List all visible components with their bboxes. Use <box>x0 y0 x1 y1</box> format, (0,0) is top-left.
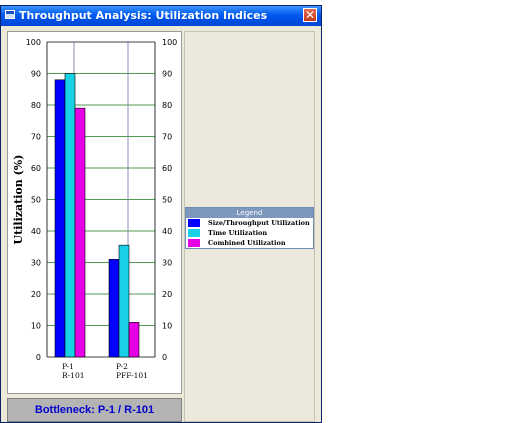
utilization-window: Throughput Analysis: Utilization Indices… <box>0 5 322 423</box>
bottleneck-status: Bottleneck: P-1 / R-101 <box>7 398 182 422</box>
y-tick-label-left: 40 <box>31 227 41 236</box>
window-title: Throughput Analysis: Utilization Indices <box>19 9 268 22</box>
bar-size-throughput-utilization-1 <box>108 259 120 358</box>
y-tick-label-right: 70 <box>162 133 172 142</box>
title-bar[interactable]: Throughput Analysis: Utilization Indices… <box>1 6 321 26</box>
bar-time-utilization-1 <box>118 244 130 358</box>
legend-swatch-combined <box>188 239 200 247</box>
legend-swatch-size-throughput <box>188 219 200 227</box>
bar-combined-utilization-0 <box>74 107 86 358</box>
y-tick-label-right: 90 <box>162 70 172 79</box>
bar-combined-utilization-1 <box>128 322 140 358</box>
x-category-label-line2: R-101 <box>62 371 85 380</box>
legend-item-combined: Combined Utilization <box>186 238 313 248</box>
y-tick-label-left: 50 <box>31 196 41 205</box>
legend-swatch-time <box>188 229 200 237</box>
legend-item-time: Time Utilization <box>186 228 313 238</box>
legend-label-time: Time Utilization <box>208 229 268 237</box>
x-category-label-line1: P-1 <box>62 362 74 371</box>
legend-title: Legend <box>186 208 313 218</box>
y-tick-label-right: 0 <box>162 353 167 362</box>
y-axis-title: Utilization (%) <box>12 155 25 245</box>
y-tick-label-left: 30 <box>31 259 41 268</box>
y-tick-label-right: 60 <box>162 164 172 173</box>
y-tick-label-right: 30 <box>162 259 172 268</box>
x-category-label-line1: P-2 <box>116 362 128 371</box>
chart-panel: 0 0 10 10 20 20 30 30 40 40 50 50 60 60 70 70 80 80 90 90 10… <box>7 31 182 394</box>
utilization-chart: 0 0 10 10 20 20 30 30 40 40 50 50 60 60 70 70 80 80 90 90 10… <box>12 38 177 380</box>
y-tick-label-right: 10 <box>162 322 172 331</box>
bar-time-utilization-0 <box>64 73 76 358</box>
app-icon <box>5 10 15 19</box>
bar-size-throughput-utilization-0 <box>54 79 66 358</box>
legend: Legend Size/Throughput Utilization Time … <box>185 207 314 249</box>
y-tick-label-left: 60 <box>31 164 41 173</box>
legend-label-combined: Combined Utilization <box>208 239 286 247</box>
y-tick-label-right: 100 <box>162 38 177 47</box>
y-tick-label-right: 50 <box>162 196 172 205</box>
legend-label-size-throughput: Size/Throughput Utilization <box>208 219 310 227</box>
y-tick-label-right: 80 <box>162 101 172 110</box>
legend-item-size-throughput: Size/Throughput Utilization <box>186 218 313 228</box>
y-tick-label-left: 0 <box>36 353 41 362</box>
y-tick-label-left: 10 <box>31 322 41 331</box>
y-tick-label-left: 70 <box>31 133 41 142</box>
y-tick-label-left: 90 <box>31 70 41 79</box>
y-tick-label-left: 100 <box>26 38 41 47</box>
y-tick-label-left: 80 <box>31 101 41 110</box>
y-tick-label-right: 20 <box>162 290 172 299</box>
x-category-label-line2: PFF-101 <box>116 371 148 380</box>
bottleneck-text: Bottleneck: P-1 / R-101 <box>34 404 155 416</box>
legend-panel: Legend Size/Throughput Utilization Time … <box>184 31 315 422</box>
y-tick-label-left: 20 <box>31 290 41 299</box>
close-button[interactable]: ✕ <box>303 8 317 22</box>
y-tick-label-right: 40 <box>162 227 172 236</box>
